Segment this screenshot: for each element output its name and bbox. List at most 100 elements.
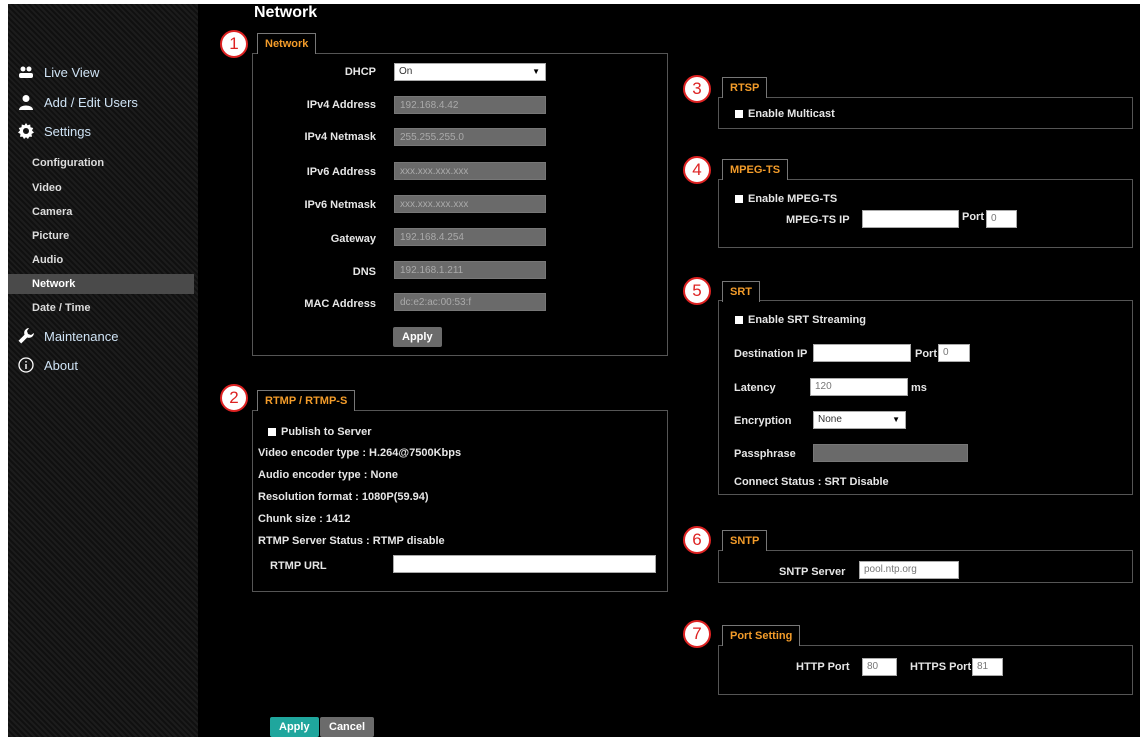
- nav-camera[interactable]: Camera: [32, 206, 72, 218]
- tab-sntp[interactable]: SNTP: [722, 530, 768, 551]
- page-title: Network: [254, 4, 318, 21]
- nav-add-edit-users-label: Add / Edit Users: [44, 94, 138, 110]
- tab-mpegts[interactable]: MPEG-TS: [722, 159, 789, 180]
- https-port-input[interactable]: 81: [972, 658, 1003, 676]
- srt-panel: [718, 300, 1133, 495]
- callout-badge-2: 2: [220, 384, 248, 412]
- destination-ip-label: Destination IP: [734, 348, 808, 360]
- latency-input[interactable]: 120: [810, 378, 908, 396]
- passphrase-field[interactable]: [813, 444, 968, 462]
- network-apply-button[interactable]: Apply: [393, 327, 442, 347]
- mpegts-port-label: Port: [962, 211, 984, 223]
- tab-rtmp[interactable]: RTMP / RTMP-S: [257, 390, 356, 411]
- passphrase-label: Passphrase: [734, 448, 796, 460]
- publish-to-server-label: Publish to Server: [281, 426, 372, 438]
- gear-icon: [18, 123, 34, 139]
- rtmp-url-input[interactable]: [393, 555, 656, 573]
- https-port-label: HTTPS Port: [910, 661, 972, 673]
- srt-port-input[interactable]: 0: [938, 344, 970, 362]
- tab-srt[interactable]: SRT: [722, 281, 760, 302]
- nav-live-view-label: Live View: [44, 64, 100, 80]
- nav-maintenance[interactable]: Maintenance: [18, 328, 118, 344]
- http-port-input[interactable]: 80: [862, 658, 897, 676]
- mpegts-port-input[interactable]: 0: [986, 210, 1017, 228]
- gateway-field[interactable]: 192.168.4.254: [394, 228, 546, 246]
- callout-badge-6: 6: [683, 526, 711, 554]
- resolution-text: Resolution format : 1080P(59.94): [258, 491, 429, 503]
- enable-srt-checkbox[interactable]: Enable SRT Streaming: [735, 314, 866, 326]
- dropdown-arrow-icon: ▼: [532, 67, 540, 76]
- video-encoder-text: Video encoder type : H.264@7500Kbps: [258, 447, 462, 459]
- dropdown-arrow-icon: ▼: [892, 415, 900, 424]
- ipv4-netmask-label: IPv4 Netmask: [304, 131, 376, 143]
- encryption-select[interactable]: None ▼: [813, 411, 906, 429]
- checkbox-icon: [735, 110, 743, 119]
- enable-mpegts-label: Enable MPEG-TS: [748, 193, 838, 205]
- ipv4-address-field[interactable]: 192.168.4.42: [394, 96, 546, 114]
- info-icon: [18, 357, 34, 373]
- tab-network[interactable]: Network: [257, 33, 317, 54]
- ipv6-address-label: IPv6 Address: [306, 166, 376, 178]
- nav-add-edit-users[interactable]: Add / Edit Users: [18, 94, 138, 110]
- callout-badge-3: 3: [683, 75, 711, 103]
- mpegts-ip-label: MPEG-TS IP: [786, 214, 850, 226]
- cancel-button[interactable]: Cancel: [320, 717, 375, 737]
- nav-audio[interactable]: Audio: [32, 254, 63, 266]
- nav-picture[interactable]: Picture: [32, 230, 69, 242]
- rtmp-status-text: RTMP Server Status : RTMP disable: [258, 535, 445, 547]
- user-icon: [18, 94, 34, 110]
- dhcp-label: DHCP: [344, 66, 376, 78]
- latency-label: Latency: [734, 382, 776, 394]
- latency-unit: ms: [911, 382, 927, 394]
- srt-port-label: Port: [915, 348, 937, 360]
- nav-about-label: About: [44, 357, 78, 373]
- sntp-server-input[interactable]: pool.ntp.org: [859, 561, 959, 579]
- nav-settings[interactable]: Settings: [18, 123, 91, 139]
- chunk-size-text: Chunk size : 1412: [258, 513, 351, 525]
- rtmp-url-label: RTMP URL: [270, 560, 327, 572]
- tab-rtsp[interactable]: RTSP: [722, 77, 768, 98]
- dns-field[interactable]: 192.168.1.211: [394, 261, 546, 279]
- enable-multicast-label: Enable Multicast: [748, 108, 835, 120]
- ipv4-address-label: IPv4 Address: [306, 99, 376, 111]
- audio-encoder-text: Audio encoder type : None: [258, 469, 398, 481]
- ipv6-netmask-field[interactable]: xxx.xxx.xxx.xxx: [394, 195, 546, 213]
- callout-badge-1: 1: [220, 30, 248, 58]
- enable-multicast-checkbox[interactable]: Enable Multicast: [735, 108, 835, 120]
- ipv6-netmask-label: IPv6 Netmask: [304, 199, 376, 211]
- srt-connect-status: Connect Status : SRT Disable: [734, 476, 889, 488]
- ipv4-netmask-field[interactable]: 255.255.255.0: [394, 128, 546, 146]
- nav-maintenance-label: Maintenance: [44, 328, 119, 344]
- publish-to-server-checkbox[interactable]: Publish to Server: [268, 426, 371, 438]
- callout-badge-4: 4: [683, 156, 711, 184]
- dns-label: DNS: [352, 266, 376, 278]
- checkbox-icon: [268, 428, 276, 437]
- people-icon: [18, 64, 34, 80]
- dhcp-select[interactable]: On ▼: [394, 63, 546, 81]
- mac-address-label: MAC Address: [304, 298, 376, 310]
- nav-date-time[interactable]: Date / Time: [32, 302, 91, 314]
- nav-about[interactable]: About: [18, 357, 78, 373]
- nav-live-view[interactable]: Live View: [18, 64, 99, 80]
- nav-video[interactable]: Video: [32, 182, 62, 194]
- mpegts-ip-input[interactable]: [862, 210, 959, 228]
- encryption-select-value: None: [818, 414, 842, 425]
- nav-configuration[interactable]: Configuration: [32, 157, 104, 169]
- http-port-label: HTTP Port: [796, 661, 850, 673]
- nav-network[interactable]: Network: [8, 274, 194, 294]
- destination-ip-input[interactable]: [813, 344, 911, 362]
- enable-srt-label: Enable SRT Streaming: [748, 314, 866, 326]
- checkbox-icon: [735, 195, 743, 204]
- dhcp-select-value: On: [399, 66, 413, 77]
- mac-address-field[interactable]: dc:e2:ac:00:53:f: [394, 293, 546, 311]
- nav-settings-label: Settings: [44, 123, 91, 139]
- checkbox-icon: [735, 316, 743, 325]
- tab-port-setting[interactable]: Port Setting: [722, 625, 801, 646]
- gateway-label: Gateway: [330, 233, 376, 245]
- callout-badge-7: 7: [683, 620, 711, 648]
- encryption-label: Encryption: [734, 415, 792, 427]
- sntp-server-label: SNTP Server: [779, 566, 846, 578]
- ipv6-address-field[interactable]: xxx.xxx.xxx.xxx: [394, 162, 546, 180]
- apply-button[interactable]: Apply: [270, 717, 319, 737]
- enable-mpegts-checkbox[interactable]: Enable MPEG-TS: [735, 193, 837, 205]
